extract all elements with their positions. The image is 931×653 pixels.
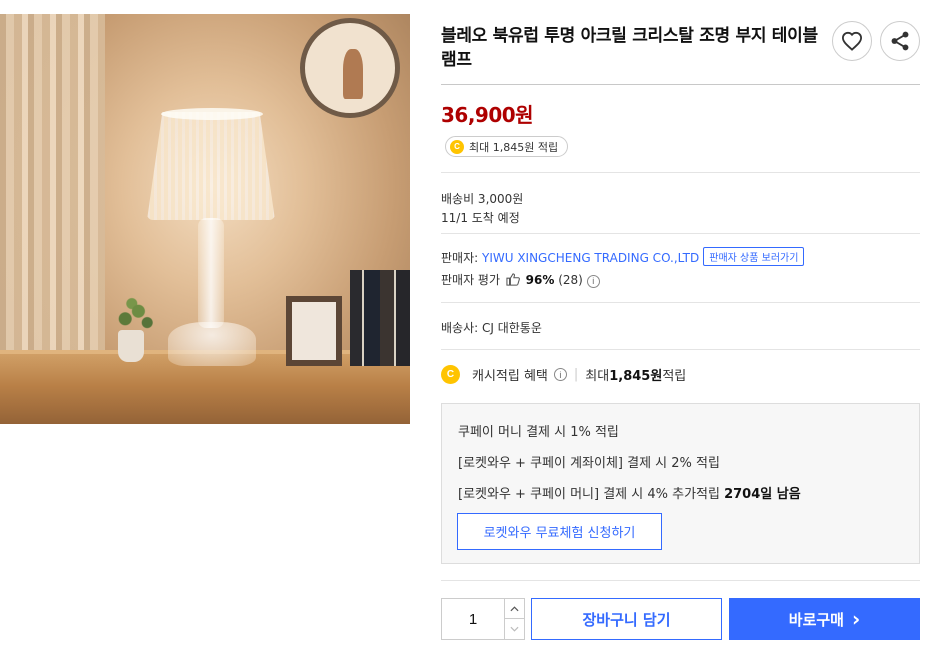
separator: | [573,367,579,382]
seller-rating-count: (28) [558,273,583,287]
benefit-line-3-text: [로켓와우 + 쿠페이 머니] 결제 시 4% 추가적립 [458,487,725,502]
seller-rating-label: 판매자 평가 [441,273,501,287]
shipping-fee: 배송비 3,000원 [441,192,524,206]
quantity-stepper [441,598,525,640]
lamp-stem-graphic [198,218,224,328]
thumbs-up-icon [506,273,520,286]
cash-suffix: 적립 [662,369,687,384]
benefit-days-left: 2704일 남음 [724,487,801,502]
product-image[interactable] [0,14,410,424]
rating-info-icon[interactable]: i [586,274,600,288]
chevron-up-icon [510,605,519,611]
lamp-base-graphic [168,322,256,366]
divider [441,172,920,173]
buy-now-button[interactable]: 바로구매 › [729,598,920,640]
divider [441,580,920,581]
wall-clock-graphic [300,18,400,118]
view-seller-products-button[interactable]: 판매자 상품 보러가기 [703,247,805,266]
cash-reward-row: C 캐시적립 혜택 i | 최대 1,845원 적립 [441,365,686,384]
benefit-line-2: [로켓와우 + 쿠페이 계좌이체] 결제 시 2% 적립 [458,456,720,471]
rocket-wow-trial-button[interactable]: 로켓와우 무료체험 신청하기 [457,513,662,550]
cash-reward-label: 캐시적립 혜택 [472,369,548,384]
heart-outline-icon [841,31,863,51]
coin-icon: C [450,139,464,154]
buy-now-label: 바로구매 [788,610,844,629]
seller-rating-row: 판매자 평가 96% (28) i [441,271,600,288]
divider [441,84,920,85]
curtain-graphic [0,14,105,354]
benefit-line-3: [로켓와우 + 쿠페이 머니] 결제 시 4% 추가적립 2704일 남음 [458,483,801,502]
benefit-line-1: 쿠페이 머니 결제 시 1% 적립 [458,425,619,440]
cash-max-amount: 1,845원 [609,369,663,384]
reward-badge-text: 최대 1,845원 적립 [469,140,559,154]
favorite-button[interactable] [832,21,872,61]
divider [441,302,920,303]
seller-name-link[interactable]: YIWU XINGCHENG TRADING CO.,LTD [482,251,699,265]
quantity-input[interactable] [442,599,504,639]
chevron-down-icon [510,626,519,632]
lamp-shade-graphic [147,112,275,220]
share-button[interactable] [880,21,920,61]
cash-coin-icon: C [441,365,460,384]
cash-max-text: 최대 [585,369,610,384]
product-price: 36,900원 [441,103,534,127]
quantity-decrease-button[interactable] [504,619,524,639]
picture-frame-graphic [286,296,342,366]
arrival-date: 11/1 도착 예정 [441,211,520,225]
seller-row: 판매자: YIWU XINGCHENG TRADING CO.,LTD 판매자 상… [441,247,805,266]
books-graphic [350,270,410,366]
plant-leaves-graphic [112,296,156,334]
seller-rating-percent: 96% [525,273,555,287]
reward-badge: C 최대 1,845원 적립 [445,136,569,157]
add-to-cart-button[interactable]: 장바구니 담기 [531,598,722,640]
carrier-info: 배송사: CJ 대한통운 [441,321,542,335]
divider [441,349,920,350]
payment-benefits-box: 쿠페이 머니 결제 시 1% 적립 [로켓와우 + 쿠페이 계좌이체] 결제 시… [441,403,920,564]
product-title: 블레오 북유럽 투명 아크릴 크리스탈 조명 부지 테이블 램프 [441,26,818,70]
share-icon [891,31,909,51]
quantity-increase-button[interactable] [504,599,524,619]
seller-label: 판매자: [441,251,482,265]
cash-info-icon[interactable]: i [553,368,567,381]
plant-pot-graphic [118,330,144,362]
lamp-top-graphic [161,108,263,120]
divider [441,233,920,234]
chevron-right-icon: › [851,607,861,631]
